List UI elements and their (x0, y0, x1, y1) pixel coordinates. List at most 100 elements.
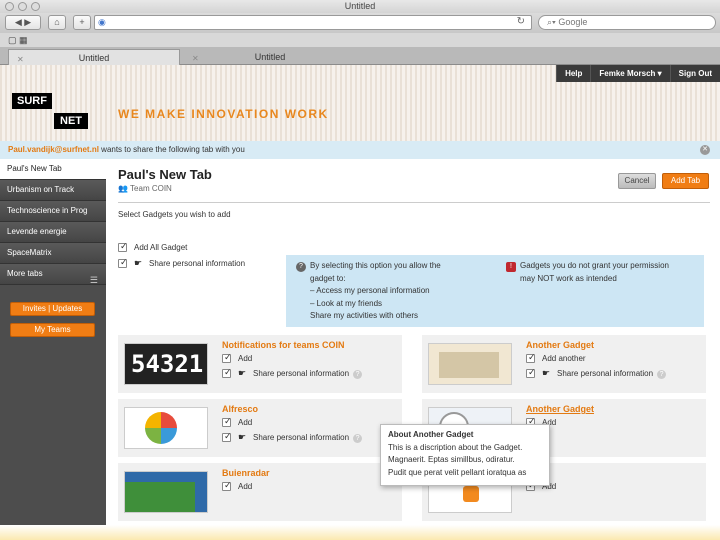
help-icon[interactable]: ? (353, 370, 363, 379)
gadget-add-row: Add (222, 352, 253, 364)
gadget-share-checkbox[interactable] (526, 367, 536, 379)
gadget-thumbnail-alfresco (124, 407, 208, 449)
browser-tab-1[interactable]: ✕ Untitled (8, 49, 180, 65)
gadget-title[interactable]: Another Gadget (526, 340, 594, 350)
home-button[interactable]: ⌂ (48, 15, 66, 30)
gadget-add-checkbox[interactable] (526, 352, 536, 364)
gadget-add-checkbox[interactable] (222, 416, 232, 428)
sidebar-item-more-tabs[interactable]: More tabs ☰ (0, 264, 106, 285)
share-notification: Paul.vandijk@surfnet.nl wants to share t… (0, 141, 720, 159)
instruction-text: Select Gadgets you wish to add (118, 210, 231, 219)
gadget-share-row: ☛ Share personal information? (222, 431, 363, 443)
gadget-thumbnail: 54321 (124, 343, 208, 385)
gadget-add-checkbox[interactable] (222, 480, 232, 492)
gadget-share-row: ☛ Share personal information? (222, 367, 363, 379)
team-label: 👥 Team COIN (118, 184, 172, 193)
slide-footer (0, 525, 720, 540)
browser-tabs: ✕ Untitled ✕ Untitled (0, 47, 720, 65)
gadget-card: Buienradar Add (118, 463, 402, 521)
sidebar-item-urbanism[interactable]: Urbanism on Track (0, 180, 106, 201)
add-bookmark-button[interactable]: + (73, 15, 91, 30)
my-teams-button[interactable]: My Teams (10, 323, 95, 337)
search-icon: ⌕▾ (547, 17, 556, 27)
sidebar-item-pauls-new-tab[interactable]: Paul's New Tab (0, 159, 106, 180)
tooltip-line: Pudit que perat velit pellant ioratqua a… (388, 467, 527, 477)
user-menu[interactable]: Femke Morsch ▾ (590, 65, 669, 82)
gadget-add-checkbox[interactable] (222, 352, 232, 364)
sidebar-item-technoscience[interactable]: Technoscience in Prog (0, 201, 106, 222)
sharer-email: Paul.vandijk@surfnet.nl (8, 145, 99, 154)
bookmarks-bar: ▢ ▦ (0, 33, 720, 47)
counter-digits: 54321 (131, 350, 204, 378)
logo-text-1: SURF (12, 93, 52, 109)
browser-tab-2[interactable]: ✕ Untitled (184, 49, 356, 65)
team-icon: 👥 (118, 184, 128, 193)
gadget-add-row: Add (222, 416, 253, 428)
window-controls[interactable] (5, 2, 40, 11)
gadget-share-label: Share personal information (557, 369, 654, 378)
gadget-add-label: Add (238, 482, 253, 491)
permission-info-box: ? By selecting this option you allow the … (286, 255, 704, 327)
permission-details: ? By selecting this option you allow the … (296, 260, 496, 323)
page-title: Paul's New Tab (118, 167, 212, 182)
invites-updates-button[interactable]: Invites | Updates (10, 302, 95, 316)
search-field[interactable]: ⌕▾ Google (538, 15, 716, 30)
gadget-title: Buienradar (222, 468, 270, 478)
info-line: Share my activities with others (310, 311, 419, 320)
back-forward-buttons[interactable]: ◀ ▶ (5, 15, 41, 30)
zoom-window-icon[interactable] (31, 2, 40, 11)
permission-icon: ☛ (134, 258, 143, 268)
back-icon[interactable]: ◀ (15, 17, 22, 27)
globe-icon: ◉ (98, 17, 106, 27)
map-area (439, 352, 499, 378)
info-line: – Access my personal information (310, 286, 430, 295)
info-line: gadget to: (310, 273, 346, 283)
address-bar[interactable]: ◉ ↻ (94, 15, 532, 30)
close-icon[interactable]: ✕ (700, 145, 710, 155)
gadget-share-checkbox[interactable] (222, 367, 232, 379)
help-link[interactable]: Help (556, 65, 590, 82)
gadget-title: Alfresco (222, 404, 259, 414)
gadget-add-label: Add another (542, 354, 586, 363)
radar-map (125, 482, 195, 512)
cancel-button[interactable]: Cancel (618, 173, 656, 189)
home-icon: ⌂ (54, 17, 60, 27)
share-info-label: Share personal information (149, 259, 246, 268)
forward-icon[interactable]: ▶ (24, 17, 31, 27)
browser-toolbar: ◀ ▶ ⌂ + ◉ ↻ ⌕▾ Google (0, 13, 720, 33)
sidebar-item-levende-energie[interactable]: Levende energie (0, 222, 106, 243)
reading-list-icon[interactable]: ▢ ▦ (8, 35, 28, 45)
close-window-icon[interactable] (5, 2, 14, 11)
gadget-title: Notifications for teams COIN (222, 340, 345, 350)
gadget-share-label: Share personal information (253, 433, 350, 442)
tooltip-line: Magnaerit. Eptas simillbus, odiratur. (388, 455, 515, 464)
help-icon[interactable]: ? (353, 434, 363, 443)
gadget-card: 54321 Notifications for teams COIN Add ☛… (118, 335, 402, 393)
gadget-share-row: ☛ Share personal information? (526, 367, 667, 379)
info-line: – Look at my friends (310, 298, 383, 308)
tooltip-title: About Another Gadget (388, 430, 474, 439)
gadget-share-label: Share personal information (253, 369, 350, 378)
sign-out-link[interactable]: Sign Out (669, 65, 720, 82)
permission-warning: ! Gadgets you do not grant your permissio… (506, 260, 696, 285)
team-name: Team COIN (130, 184, 172, 193)
web-page: Help Femke Morsch ▾ Sign Out SURF NET WE… (0, 65, 720, 525)
help-icon[interactable]: ? (657, 370, 667, 379)
gadget-title-link[interactable]: Another Gadget (526, 404, 594, 414)
gadget-add-label: Add (238, 418, 253, 427)
tagline: WE MAKE INNOVATION WORK (118, 107, 329, 121)
add-tab-button[interactable]: Add Tab (662, 173, 709, 189)
info-line: By selecting this option you allow the (310, 261, 441, 270)
top-navigation: Help Femke Morsch ▾ Sign Out (556, 65, 720, 82)
more-tabs-label: More tabs (7, 269, 43, 278)
minimize-window-icon[interactable] (18, 2, 27, 11)
sidebar-item-spacematrix[interactable]: SpaceMatrix (0, 243, 106, 264)
add-all-checkbox[interactable] (118, 241, 128, 253)
reload-icon[interactable]: ↻ (517, 16, 525, 27)
gadget-share-checkbox[interactable] (222, 431, 232, 443)
menu-icon[interactable]: ☰ (90, 270, 98, 284)
gadget-add-label: Add (238, 354, 253, 363)
gadget-add-row: Add another (526, 352, 586, 364)
permission-icon: ☛ (542, 368, 551, 378)
share-info-checkbox[interactable] (118, 257, 128, 269)
